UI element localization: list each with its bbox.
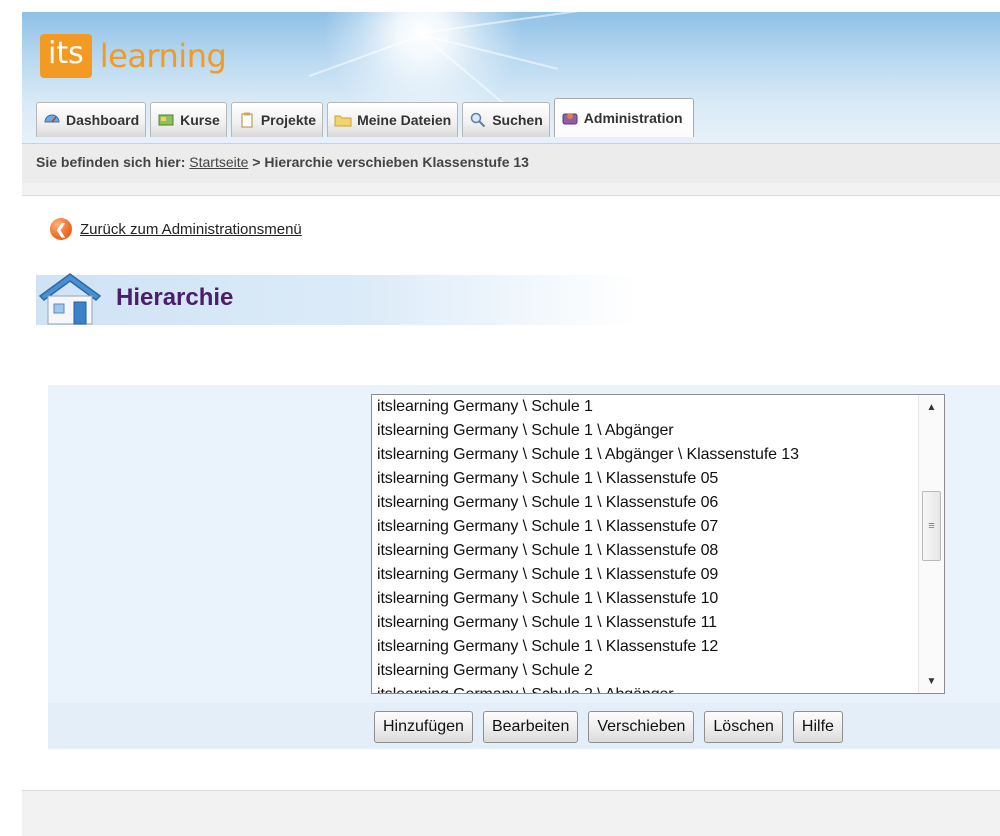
search-icon bbox=[469, 112, 487, 128]
folder-icon bbox=[334, 112, 352, 128]
admin-icon bbox=[561, 110, 579, 126]
hierarchy-list: itslearning Germany \ Schule 1 itslearni… bbox=[377, 395, 915, 693]
list-item[interactable]: itslearning Germany \ Schule 2 bbox=[377, 659, 915, 683]
hierarchy-listbox[interactable]: itslearning Germany \ Schule 1 itslearni… bbox=[371, 394, 945, 694]
breadcrumb: Sie befinden sich hier: Startseite > Hie… bbox=[36, 154, 529, 170]
breadcrumb-prefix: Sie befinden sich hier: bbox=[36, 154, 186, 170]
list-item[interactable]: itslearning Germany \ Schule 1 \ Abgänge… bbox=[377, 419, 915, 443]
back-to-admin-link[interactable]: ❮ Zurück zum Administrationsmenü bbox=[50, 218, 302, 240]
clipboard-icon bbox=[238, 112, 256, 128]
delete-button[interactable]: Löschen bbox=[704, 711, 783, 743]
list-item[interactable]: itslearning Germany \ Schule 1 \ Klassen… bbox=[377, 587, 915, 611]
itslearning-logo[interactable]: its learning bbox=[40, 32, 227, 80]
list-item[interactable]: itslearning Germany \ Schule 1 \ Klassen… bbox=[377, 611, 915, 635]
tab-suchen[interactable]: Suchen bbox=[462, 102, 550, 137]
list-item[interactable]: itslearning Germany \ Schule 1 bbox=[377, 395, 915, 419]
listbox-scrollbar[interactable]: ▲ ≡ ▼ bbox=[918, 395, 944, 693]
add-button[interactable]: Hinzufügen bbox=[374, 711, 473, 743]
scroll-thumb[interactable]: ≡ bbox=[922, 491, 941, 561]
help-button[interactable]: Hilfe bbox=[792, 711, 843, 743]
tab-label: Administration bbox=[583, 110, 683, 126]
breadcrumb-bar: Sie befinden sich hier: Startseite > Hie… bbox=[22, 143, 1000, 183]
move-button[interactable]: Verschieben bbox=[588, 711, 695, 743]
list-item[interactable]: itslearning Germany \ Schule 1 \ Klassen… bbox=[377, 539, 915, 563]
breadcrumb-current: > Hierarchie verschieben Klassenstufe 13 bbox=[252, 154, 529, 170]
back-arrow-icon: ❮ bbox=[50, 218, 72, 240]
list-item[interactable]: itslearning Germany \ Schule 1 \ Abgänge… bbox=[377, 443, 915, 467]
tab-label: Meine Dateien bbox=[357, 112, 452, 128]
logo-its: its bbox=[40, 34, 92, 78]
section-title: Hierarchie bbox=[116, 284, 234, 311]
tab-label: Dashboard bbox=[66, 112, 140, 128]
list-item[interactable]: itslearning Germany \ Schule 1 \ Klassen… bbox=[377, 563, 915, 587]
logo-learning: learning bbox=[99, 37, 227, 75]
tab-label: Kurse bbox=[180, 112, 220, 128]
main-tabs: Dashboard Kurse Projekte Meine Dateien S… bbox=[36, 98, 694, 137]
edit-button[interactable]: Bearbeiten bbox=[482, 711, 579, 743]
tab-kurse[interactable]: Kurse bbox=[150, 102, 227, 137]
breadcrumb-home-link[interactable]: Startseite bbox=[189, 154, 248, 170]
tab-label: Projekte bbox=[260, 112, 317, 128]
list-item[interactable]: itslearning Germany \ Schule 1 \ Klassen… bbox=[377, 491, 915, 515]
tab-administration[interactable]: Administration bbox=[553, 98, 694, 137]
tab-meine-dateien[interactable]: Meine Dateien bbox=[327, 102, 459, 137]
list-item[interactable]: itslearning Germany \ Schule 1 \ Klassen… bbox=[377, 635, 915, 659]
tab-dashboard[interactable]: Dashboard bbox=[36, 102, 147, 137]
tab-label: Suchen bbox=[492, 112, 543, 128]
list-item[interactable]: itslearning Germany \ Schule 1 \ Klassen… bbox=[377, 467, 915, 491]
tab-projekte[interactable]: Projekte bbox=[230, 102, 324, 137]
action-buttons: Hinzufügen Bearbeiten Verschieben Lösche… bbox=[374, 711, 843, 743]
scroll-down-icon[interactable]: ▼ bbox=[919, 671, 944, 691]
back-link-text: Zurück zum Administrationsmenü bbox=[80, 220, 302, 238]
scroll-up-icon[interactable]: ▲ bbox=[919, 397, 944, 417]
list-item[interactable]: itslearning Germany \ Schule 2 \ Abgänge… bbox=[377, 683, 915, 693]
courses-icon bbox=[157, 112, 175, 128]
house-icon bbox=[38, 273, 102, 325]
dashboard-icon bbox=[43, 112, 61, 128]
list-item[interactable]: itslearning Germany \ Schule 1 \ Klassen… bbox=[377, 515, 915, 539]
